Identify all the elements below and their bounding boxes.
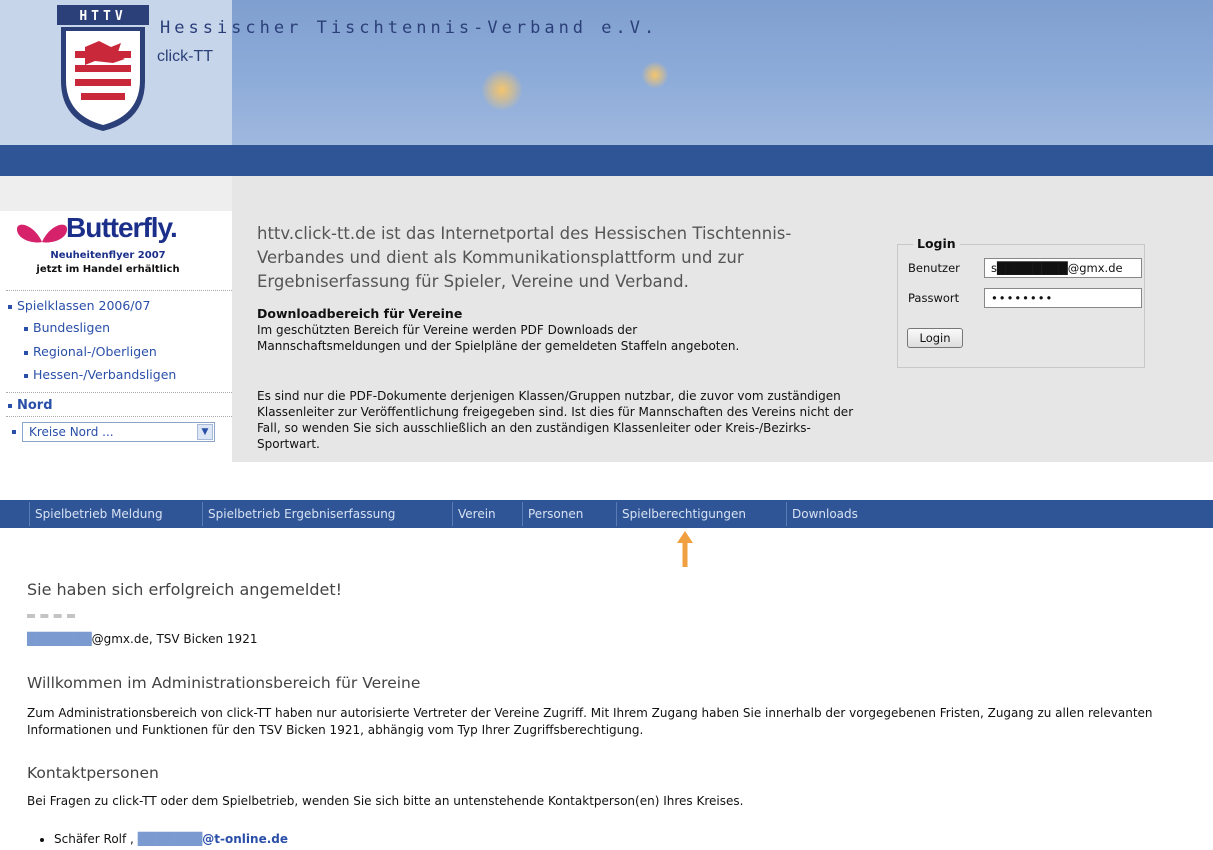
password-label: Passwort — [908, 291, 960, 305]
username-field[interactable]: s████████@gmx.de — [984, 258, 1142, 278]
sidebar-divider — [6, 290, 232, 291]
download-title: Downloadbereich für Vereine — [257, 306, 463, 321]
bullet-icon — [12, 430, 16, 434]
bullet-icon — [24, 326, 28, 331]
ad-brand[interactable]: Butterfly. — [66, 212, 178, 244]
nav-spielbetrieb-ergebniserfassung[interactable]: Spielbetrieb Ergebniserfassung — [208, 507, 395, 521]
user-info-line: ███████@gmx.de, TSV Bicken 1921 — [27, 632, 257, 646]
nav-spielberechtigungen[interactable]: Spielberechtigungen — [622, 507, 746, 521]
bullet-icon — [8, 304, 12, 309]
download-text-1: Im geschützten Bereich für Vereine werde… — [257, 323, 740, 353]
nav-spielbetrieb-meldung[interactable]: Spielbetrieb Meldung — [35, 507, 163, 521]
user-info-rest: @gmx.de, TSV Bicken 1921 — [91, 632, 258, 646]
password-field[interactable]: •••••••• — [984, 288, 1142, 308]
nav-divider — [786, 502, 787, 526]
contacts-text: Bei Fragen zu click-TT oder dem Spielbet… — [27, 794, 744, 808]
app-subtitle: click-TT — [157, 48, 213, 65]
httv-crest-logo[interactable]: HTTV — [55, 3, 151, 133]
login-success-message: Sie haben sich erfolgreich angemeldet! — [27, 580, 342, 599]
nav-divider — [522, 502, 523, 526]
sidebar-item-spielklassen[interactable]: Spielklassen 2006/07 — [8, 298, 150, 313]
login-button[interactable]: Login — [907, 328, 963, 348]
welcome-text: Zum Administrationsbereich von click-TT … — [27, 706, 1153, 737]
bullet-icon — [24, 350, 28, 355]
sidebar-divider — [6, 392, 232, 393]
sidebar-item-regional-oberligen[interactable]: Regional-/Oberligen — [24, 344, 157, 359]
main-nav — [0, 500, 1213, 528]
nav-divider — [202, 502, 203, 526]
bullet-icon — [8, 403, 12, 408]
sidebar-item-hessen-verbandsligen[interactable]: Hessen-/Verbandsligen — [24, 367, 176, 382]
sidebar-divider — [6, 416, 232, 417]
sidebar-region-heading[interactable]: Nord — [8, 398, 53, 413]
welcome-heading: Willkommen im Administrationsbereich für… — [27, 674, 421, 692]
user-email-redacted: ███████ — [27, 632, 92, 646]
user-name-redacted — [27, 614, 75, 618]
butterfly-logo-icon — [16, 224, 68, 243]
contact-email-redacted[interactable]: ███████ — [138, 832, 203, 846]
arrow-up-icon — [677, 531, 693, 567]
ad-line1[interactable]: Neuheitenflyer 2007 — [8, 250, 208, 261]
contact-list-item: Schäfer Rolf , ███████@t-online.de — [40, 832, 288, 846]
nav-divider — [616, 502, 617, 526]
nav-personen[interactable]: Personen — [528, 507, 583, 521]
contact-name: Schäfer Rolf , — [54, 832, 134, 846]
sidebar-item-bundesligen[interactable]: Bundesligen — [24, 320, 110, 335]
ad-line2[interactable]: jetzt im Handel erhältlich — [6, 264, 210, 275]
intro-text: httv.click-tt.de ist das Internetportal … — [257, 224, 792, 291]
contacts-heading: Kontaktpersonen — [27, 764, 159, 782]
download-text-2: Es sind nur die PDF-Dokumente derjenigen… — [257, 389, 854, 451]
org-title: Hessischer Tischtennis-Verband e.V. — [160, 18, 659, 38]
region-select[interactable]: Kreise Nord ... ▼ — [22, 422, 215, 442]
login-legend: Login — [913, 236, 960, 251]
header-bar — [0, 145, 1213, 176]
bullet-icon — [40, 837, 44, 842]
username-label: Benutzer — [908, 261, 960, 275]
sidebar-top-strip — [0, 176, 232, 211]
chevron-down-icon: ▼ — [197, 424, 213, 440]
nav-divider — [452, 502, 453, 526]
svg-text:HTTV: HTTV — [79, 9, 126, 24]
nav-divider — [29, 502, 30, 526]
nav-downloads[interactable]: Downloads — [792, 507, 858, 521]
bullet-icon — [24, 373, 28, 378]
nav-verein[interactable]: Verein — [458, 507, 496, 521]
contact-email-link[interactable]: @t-online.de — [202, 832, 288, 846]
